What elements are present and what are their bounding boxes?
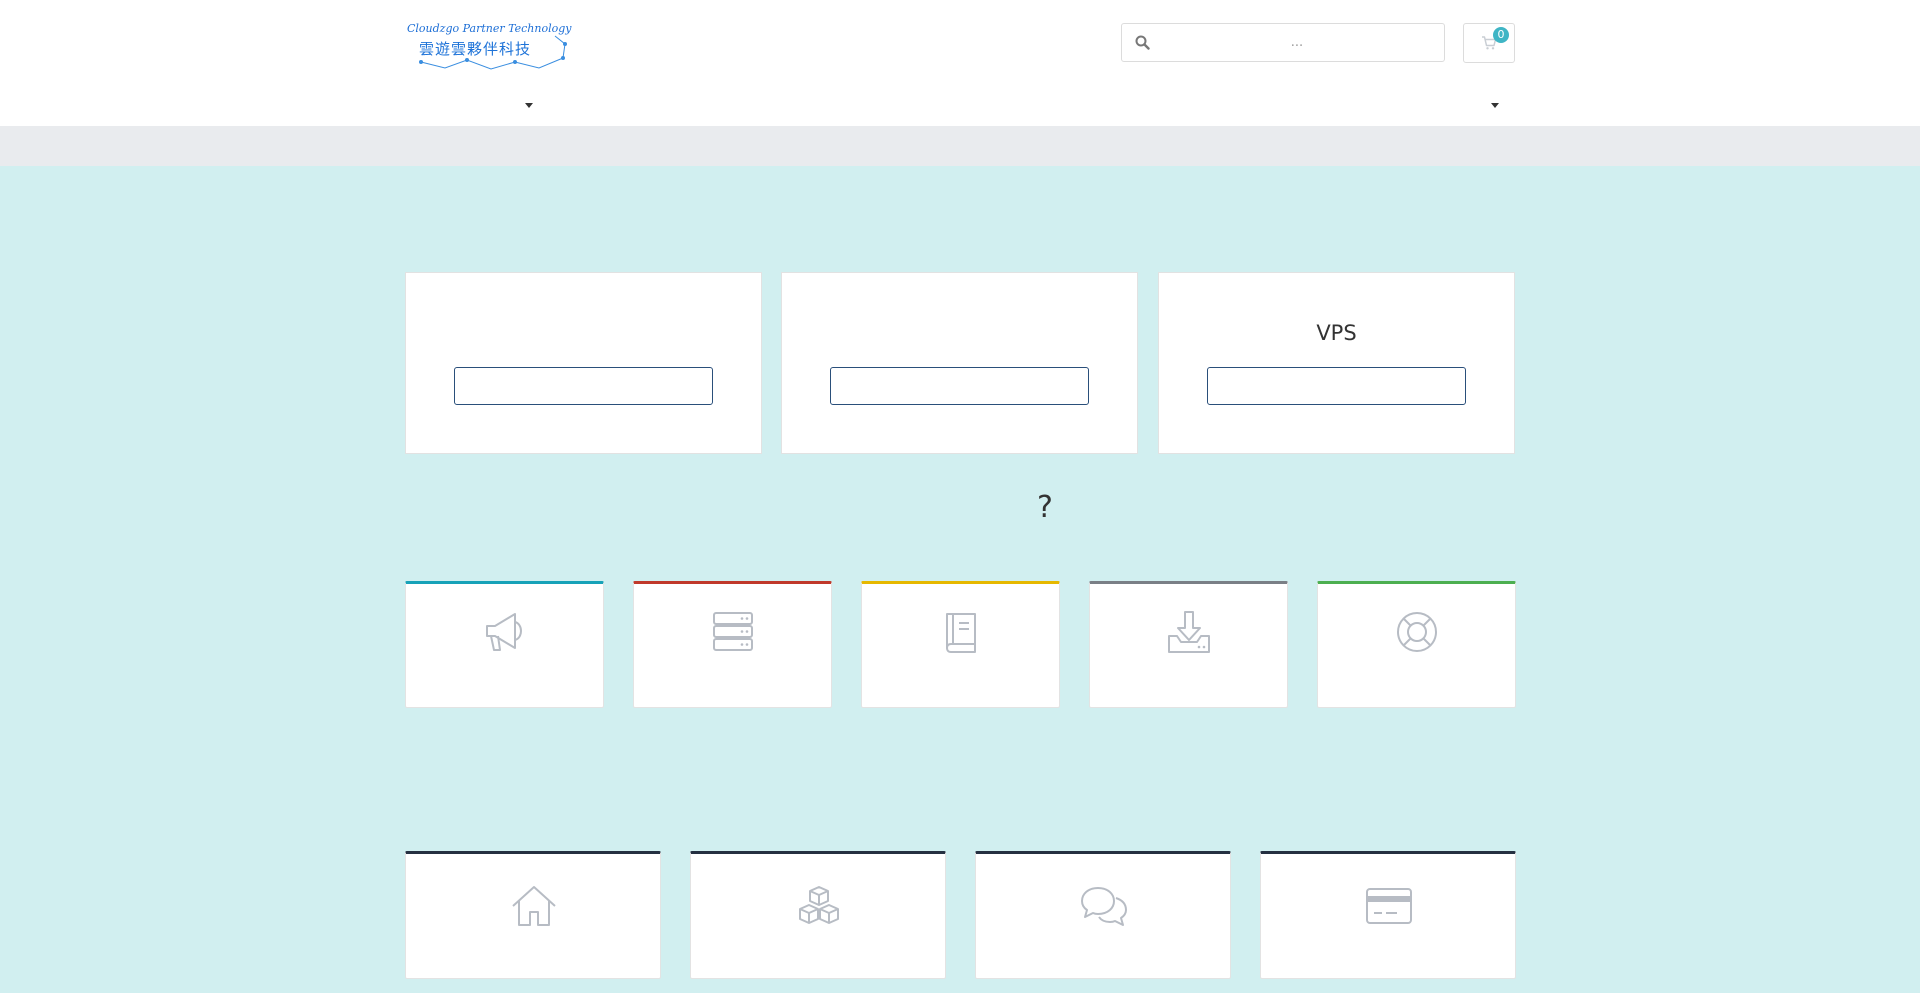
account-dropdown-caret-icon[interactable] xyxy=(1491,103,1499,108)
product-panel-button[interactable] xyxy=(830,367,1089,405)
cubes-icon xyxy=(799,886,839,924)
breadcrumb-bar xyxy=(0,126,1920,166)
book-icon xyxy=(946,613,976,653)
product-panel-vps: VPS xyxy=(1158,272,1515,454)
quick-link-knowledgebase[interactable] xyxy=(861,581,1060,708)
download-icon xyxy=(1168,611,1210,653)
product-panel-button[interactable] xyxy=(454,367,713,405)
quick-link-downloads[interactable] xyxy=(1089,581,1288,708)
search-box[interactable] xyxy=(1121,23,1445,62)
cart-count-badge: 0 xyxy=(1493,27,1509,43)
credit-card-icon xyxy=(1366,888,1412,924)
product-panel-1 xyxy=(405,272,762,454)
account-link-home[interactable] xyxy=(405,851,661,979)
cart-button[interactable]: 0 xyxy=(1463,23,1515,63)
logo-text-chinese: 雲遊雲夥伴科技 xyxy=(419,40,532,58)
site-logo[interactable]: Cloudzgo Partner Technology 雲遊雲夥伴科技 xyxy=(405,22,572,72)
lifebuoy-icon xyxy=(1397,612,1437,652)
product-panel-button[interactable] xyxy=(1207,367,1466,405)
search-icon xyxy=(1135,35,1150,50)
chat-icon xyxy=(1081,887,1127,926)
server-icon xyxy=(713,612,753,651)
quick-link-servers[interactable] xyxy=(633,581,832,708)
search-input[interactable] xyxy=(1162,24,1432,61)
product-panel-title: VPS xyxy=(1316,321,1357,345)
home-icon xyxy=(512,886,556,926)
account-link-billing[interactable] xyxy=(1260,851,1516,979)
quick-link-announcements[interactable] xyxy=(405,581,604,708)
nav-dropdown-caret-icon[interactable] xyxy=(525,103,533,108)
help-heading: ? xyxy=(1037,490,1053,525)
site-header: Cloudzgo Partner Technology 雲遊雲夥伴科技 0 xyxy=(0,0,1920,126)
account-link-services[interactable] xyxy=(690,851,946,979)
product-panel-2 xyxy=(781,272,1138,454)
quick-link-support[interactable] xyxy=(1317,581,1516,708)
account-link-tickets[interactable] xyxy=(975,851,1231,979)
logo-text-english: Cloudzgo Partner Technology xyxy=(407,22,572,35)
megaphone-icon xyxy=(486,613,522,651)
